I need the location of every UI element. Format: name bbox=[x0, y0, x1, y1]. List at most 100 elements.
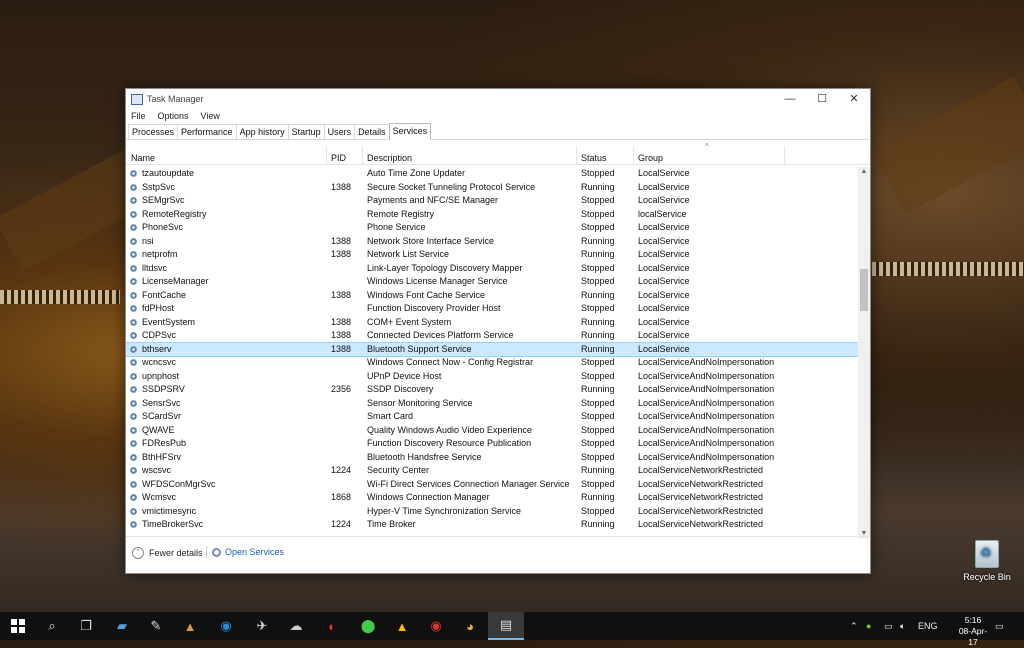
table-row[interactable]: FDResPub Function Discovery Resource Publ… bbox=[126, 437, 858, 451]
scrollbar-thumb[interactable] bbox=[860, 269, 868, 311]
taskbar-app[interactable]: ✎ bbox=[138, 612, 174, 640]
column-header-status[interactable]: Status bbox=[581, 153, 607, 163]
task-view-button[interactable]: ❐ bbox=[68, 612, 104, 640]
column-header-name[interactable]: Name bbox=[131, 153, 155, 163]
tab-app-history[interactable]: App history bbox=[235, 124, 289, 139]
fewer-details-button[interactable]: ⌃ Fewer details bbox=[132, 547, 203, 559]
task-manager-taskbar-button[interactable]: ▤ bbox=[488, 612, 524, 640]
recycle-bin-icon bbox=[975, 540, 999, 568]
table-row[interactable]: netprofm 1388 Network List Service Running L… bbox=[126, 248, 858, 262]
column-divider[interactable] bbox=[784, 146, 785, 164]
cell-description: Connected Devices Platform Service bbox=[367, 330, 514, 340]
language-label: ENG bbox=[918, 621, 938, 631]
close-button[interactable]: ✕ bbox=[838, 89, 870, 109]
table-row[interactable]: tzautoupdate Auto Time Zone Updater Stoppe… bbox=[126, 167, 858, 181]
action-center-button[interactable]: ▭ bbox=[995, 612, 1004, 640]
tab-performance[interactable]: Performance bbox=[177, 124, 237, 139]
table-row[interactable]: TimeBrokerSvc 1224 Time Broker Running Local… bbox=[126, 518, 858, 532]
tray-app[interactable]: ● bbox=[866, 612, 871, 640]
taskbar-app[interactable]: ✈ bbox=[244, 612, 280, 640]
cell-name: SstpSvc bbox=[142, 181, 176, 192]
table-row[interactable]: SstpSvc 1388 Secure Socket Tunneling Proto… bbox=[126, 181, 858, 195]
table-row[interactable]: SCardSvr Smart Card Stopped LocalServiceAnd… bbox=[126, 410, 858, 424]
table-row[interactable]: fdPHost Function Discovery Provider Host S… bbox=[126, 302, 858, 316]
menu-options[interactable]: Options bbox=[158, 111, 189, 121]
taskbar-app[interactable]: ▲ bbox=[172, 612, 208, 640]
taskbar-app[interactable]: ◐ bbox=[314, 612, 350, 640]
footer-separator bbox=[206, 546, 207, 558]
clock[interactable]: 5:16 08-Apr-17 bbox=[955, 615, 991, 648]
chrome-taskbar-button[interactable]: ◕ bbox=[452, 612, 488, 640]
tab-details[interactable]: Details bbox=[354, 124, 390, 139]
menu-file[interactable]: File bbox=[131, 111, 146, 121]
table-row[interactable]: wscsvc 1224 Security Center Running LocalSer… bbox=[126, 464, 858, 478]
column-divider[interactable] bbox=[362, 146, 363, 164]
maximize-button[interactable]: ☐ bbox=[806, 89, 838, 109]
cell-pid: 1388 bbox=[331, 330, 352, 340]
table-row[interactable]: BthHFSrv Bluetooth Handsfree Service Stopp… bbox=[126, 451, 858, 465]
show-hidden-icons-button[interactable]: ⌃ bbox=[850, 612, 858, 640]
windows-logo-icon bbox=[11, 619, 25, 633]
taskbar-app[interactable]: ◉ bbox=[208, 612, 244, 640]
column-header-pid[interactable]: PID bbox=[331, 153, 346, 163]
search-button[interactable]: ⌕ bbox=[34, 612, 70, 640]
taskbar-app[interactable]: ▰ bbox=[104, 612, 140, 640]
chevron-up-icon: ⌃ bbox=[132, 547, 144, 559]
service-gear-icon bbox=[130, 170, 137, 177]
tab-processes[interactable]: Processes bbox=[128, 124, 179, 139]
tab-users[interactable]: Users bbox=[323, 124, 356, 139]
cell-group: LocalServiceNetworkRestricted bbox=[638, 465, 764, 475]
table-row[interactable]: PhoneSvc Phone Service Stopped LocalService bbox=[126, 221, 858, 235]
open-services-link[interactable]: Open Services bbox=[212, 547, 284, 557]
taskbar-app[interactable]: ▲ bbox=[384, 612, 420, 640]
table-row[interactable]: upnphost UPnP Device Host Stopped LocalServ… bbox=[126, 370, 858, 384]
table-row[interactable]: SEMgrSvc Payments and NFC/SE Manager Stopp… bbox=[126, 194, 858, 208]
start-button[interactable] bbox=[0, 612, 36, 640]
minimize-button[interactable]: — bbox=[774, 89, 806, 109]
tab-services[interactable]: Services bbox=[388, 123, 432, 140]
table-row[interactable]: LicenseManager Windows License Manager Se… bbox=[126, 275, 858, 289]
column-header-group[interactable]: Group bbox=[638, 153, 663, 163]
table-row[interactable]: bthserv 1388 Bluetooth Support Service Runn… bbox=[126, 341, 858, 357]
table-row[interactable]: RemoteRegistry Remote Registry Stopped loca… bbox=[126, 208, 858, 222]
cell-status: Stopped bbox=[581, 276, 615, 286]
column-divider[interactable] bbox=[326, 146, 327, 164]
table-row[interactable]: WFDSConMgrSvc Wi-Fi Direct Services Conne… bbox=[126, 478, 858, 492]
language-indicator[interactable]: ENG bbox=[918, 612, 938, 640]
cell-name: SensrSvc bbox=[142, 397, 181, 408]
cell-group: LocalServiceAndNoImpersonation bbox=[638, 397, 775, 408]
column-header-description[interactable]: Description bbox=[367, 153, 412, 163]
column-divider[interactable] bbox=[576, 146, 577, 164]
table-row[interactable]: QWAVE Quality Windows Audio Video Experie… bbox=[126, 424, 858, 438]
taskbar-app[interactable]: ⬤ bbox=[350, 612, 386, 640]
taskbar-app[interactable]: ◉ bbox=[418, 612, 454, 640]
table-row[interactable]: vmictimesync Hyper-V Time Synchronization… bbox=[126, 505, 858, 519]
volume-button[interactable]: 🔈︎ bbox=[900, 612, 905, 640]
window-title: Task Manager bbox=[147, 94, 204, 104]
title-bar[interactable]: Task Manager — ☐ ✕ bbox=[126, 89, 870, 109]
menu-view[interactable]: View bbox=[201, 111, 220, 121]
fewer-details-label: Fewer details bbox=[149, 548, 203, 558]
table-row[interactable]: lltdsvc Link-Layer Topology Discovery Map… bbox=[126, 262, 858, 276]
service-gear-icon bbox=[130, 291, 137, 299]
taskbar-app[interactable]: ☁ bbox=[278, 612, 314, 640]
search-icon: ⌕ bbox=[48, 618, 56, 633]
tab-startup[interactable]: Startup bbox=[287, 124, 325, 139]
cell-description: Network Store Interface Service bbox=[367, 235, 495, 246]
table-row[interactable]: nsi 1388 Network Store Interface Service Ru… bbox=[126, 235, 858, 249]
cell-description: SSDP Discovery bbox=[367, 384, 434, 394]
cell-name: SSDPSRV bbox=[142, 384, 185, 394]
vertical-scrollbar[interactable]: ▲ ▼ bbox=[858, 167, 870, 539]
table-row[interactable]: SensrSvc Sensor Monitoring Service Stopped… bbox=[126, 397, 858, 411]
table-row[interactable]: EventSystem 1388 COM+ Event System Running L… bbox=[126, 316, 858, 330]
column-divider[interactable] bbox=[633, 146, 634, 164]
table-row[interactable]: Wcmsvc 1868 Windows Connection Manager Runn… bbox=[126, 491, 858, 505]
table-row[interactable]: CDPSvc 1388 Connected Devices Platform Ser… bbox=[126, 329, 858, 343]
battery-icon: ▭ bbox=[884, 620, 893, 631]
scroll-up-arrow-icon[interactable]: ▲ bbox=[858, 167, 870, 177]
table-row[interactable]: wcncsvc Windows Connect Now - Config Regi… bbox=[126, 356, 858, 370]
recycle-bin-shortcut[interactable]: Recycle Bin bbox=[962, 540, 1012, 582]
table-row[interactable]: FontCache 1388 Windows Font Cache Service R… bbox=[126, 289, 858, 303]
table-row[interactable]: SSDPSRV 2356 SSDP Discovery Running LocalSer… bbox=[126, 383, 858, 397]
power-button[interactable]: ▭ bbox=[884, 612, 893, 640]
